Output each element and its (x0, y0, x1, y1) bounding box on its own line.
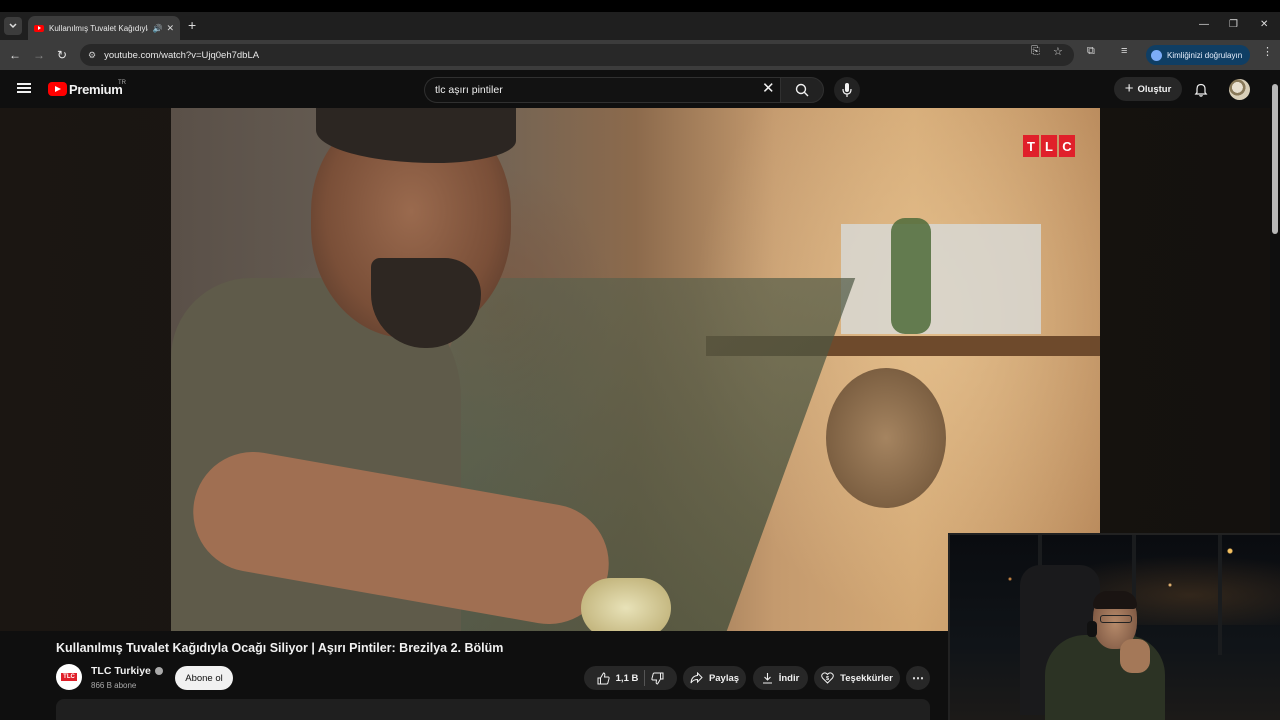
forward-icon[interactable]: → (33, 48, 45, 62)
verify-identity-label: Kimliğinizi doğrulayın (1167, 50, 1243, 60)
youtube-header: Premium TR tlc aşırı pintiler ✕ + Oluştu… (0, 70, 1270, 108)
tlc-letter-l: L (1041, 135, 1057, 157)
region-label: TR (118, 80, 126, 86)
verify-identity-chip[interactable]: Kimliğinizi doğrulayın (1146, 45, 1250, 65)
url-field[interactable]: ⚙ youtube.com/watch?v=Ujq0eh7dbLA (80, 44, 1074, 66)
channel-avatar-text: TLC (61, 673, 77, 681)
create-button[interactable]: + Oluştur (1114, 77, 1182, 101)
like-icon[interactable] (597, 671, 610, 685)
media-icon[interactable]: ≡ (1121, 45, 1127, 57)
webcam-overlay (948, 533, 1280, 720)
channel-name[interactable]: TLC Turkiye (91, 665, 151, 677)
clear-search-icon[interactable]: ✕ (762, 81, 775, 97)
like-divider (644, 670, 646, 686)
scrollbar-thumb[interactable] (1272, 84, 1278, 234)
site-settings-icon[interactable]: ⚙ (88, 50, 96, 61)
share-button[interactable]: Paylaş (683, 666, 746, 690)
description-panel[interactable] (56, 699, 930, 720)
close-icon[interactable]: ✕ (166, 23, 174, 34)
dislike-icon[interactable] (651, 672, 664, 685)
thanks-button[interactable]: $ Teşekkürler (814, 666, 900, 690)
video-frame-basket (826, 368, 946, 508)
tab-bar: Kullanılmış Tuvalet Kağıdıyla Ocağı Sili… (0, 12, 1280, 40)
tlc-letter-t: T (1023, 135, 1039, 157)
webcam-person-hand (1120, 639, 1150, 673)
window-close-icon[interactable]: ✕ (1260, 19, 1268, 30)
mic-icon (842, 83, 852, 97)
extensions-icon[interactable]: ⧉ (1087, 45, 1095, 58)
webcam-window-frame (1218, 535, 1222, 655)
bell-icon[interactable] (1194, 83, 1208, 97)
search-value: tlc aşırı pintiler (435, 84, 503, 96)
like-dislike-group: 1,1 B (584, 666, 677, 690)
tab-search-button[interactable] (4, 17, 22, 35)
address-bar-row: ← → ↻ ⚙ youtube.com/watch?v=Ujq0eh7dbLA … (0, 40, 1280, 70)
webcam-headset (1087, 621, 1097, 637)
share-icon (690, 672, 703, 684)
download-button[interactable]: İndir (753, 666, 808, 690)
window-top-strip (0, 0, 1280, 12)
like-count[interactable]: 1,1 B (616, 673, 639, 684)
restore-icon[interactable]: ❐ (1229, 19, 1238, 30)
audio-icon[interactable]: 🔊 (152, 24, 162, 33)
channel-name-row[interactable]: TLC Turkiye (91, 665, 163, 677)
minimize-icon[interactable]: — (1199, 19, 1209, 30)
dropdown-icon (9, 23, 17, 29)
share-label: Paylaş (708, 672, 740, 684)
tlc-letter-c: C (1059, 135, 1075, 157)
profile-icon (1151, 49, 1162, 61)
download-label: İndir (778, 672, 800, 684)
subscribe-button[interactable]: Abone ol (175, 666, 233, 690)
youtube-favicon (34, 24, 44, 32)
youtube-logo-icon[interactable] (48, 82, 67, 96)
webcam-person-hair (1093, 591, 1137, 609)
download-icon (762, 673, 772, 684)
logo-text[interactable]: Premium (69, 82, 123, 97)
back-icon[interactable]: ← (9, 48, 21, 62)
thanks-icon: $ (821, 672, 834, 684)
tlc-watermark: T L C (1023, 135, 1075, 157)
search-button[interactable] (780, 77, 824, 103)
star-icon[interactable]: ☆ (1053, 45, 1063, 58)
webcam-person-glasses (1100, 615, 1132, 623)
install-icon[interactable]: ⎘ (1031, 45, 1040, 58)
more-actions-button[interactable]: ⋯ (906, 666, 930, 690)
voice-search-button[interactable] (834, 77, 860, 103)
thanks-label: Teşekkürler (840, 672, 893, 684)
plus-icon: + (1124, 80, 1134, 97)
svg-text:$: $ (826, 676, 829, 682)
more-icon: ⋯ (912, 671, 924, 685)
search-icon (795, 83, 809, 97)
browser-tab[interactable]: Kullanılmış Tuvalet Kağıdıyla Ocağı Sili… (28, 16, 180, 40)
video-frame-box (841, 224, 1041, 334)
verified-icon (154, 667, 163, 675)
plus-icon[interactable]: + (188, 18, 196, 32)
kebab-icon[interactable]: ⋮ (1262, 45, 1273, 58)
video-title: Kullanılmış Tuvalet Kağıdıyla Ocağı Sili… (56, 641, 504, 655)
create-label: Oluştur (1137, 83, 1172, 95)
video-frame-can (581, 578, 671, 631)
url-text: youtube.com/watch?v=Ujq0eh7dbLA (104, 49, 260, 61)
avatar[interactable] (1229, 79, 1250, 100)
channel-avatar[interactable]: TLC (56, 664, 82, 690)
reload-icon[interactable]: ↻ (57, 48, 67, 62)
video-frame-plant (891, 218, 931, 334)
subscriber-count: 866 B abone (91, 681, 137, 690)
menu-icon[interactable] (17, 83, 31, 93)
search-input[interactable]: tlc aşırı pintiler (424, 77, 780, 103)
tab-title: Kullanılmış Tuvalet Kağıdıyla Ocağı Sili… (49, 23, 149, 33)
